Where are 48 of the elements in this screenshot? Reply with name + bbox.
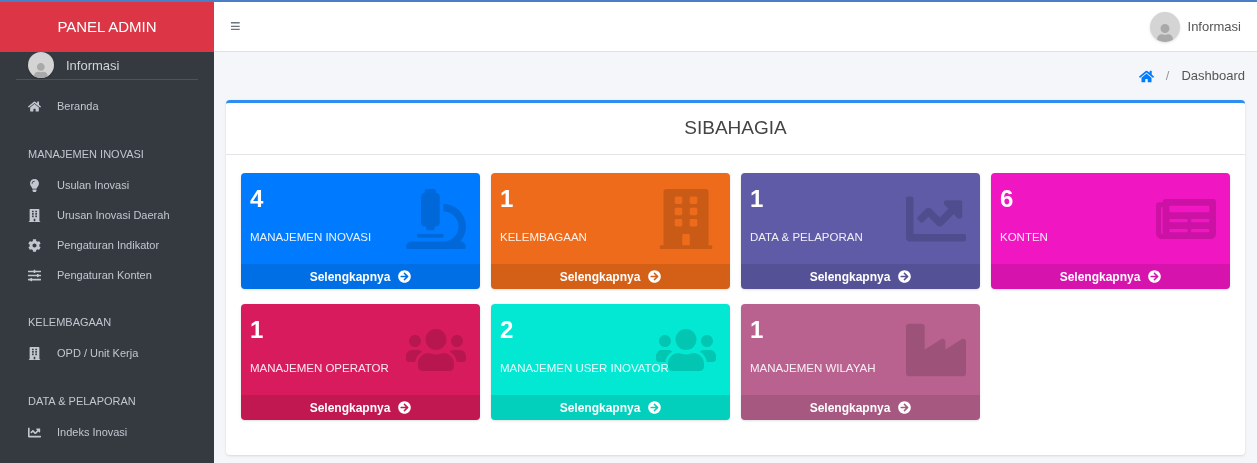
- tile-label: MANAJEMEN WILAYAH: [750, 361, 877, 376]
- tile-label: MANAJEMEN INOVASI: [250, 230, 373, 245]
- sidebar-item[interactable]: Beranda: [0, 91, 214, 122]
- tile-count: 4: [250, 184, 265, 214]
- section-heading: DATA & PELAPORAN: [27, 393, 137, 409]
- more-link[interactable]: Selengkapnya: [741, 395, 980, 420]
- building-icon: [28, 208, 41, 222]
- tile-label: DATA & PELAPORAN: [750, 230, 864, 245]
- tile-count: 1: [250, 315, 265, 345]
- more-link[interactable]: Selengkapnya: [741, 264, 980, 289]
- sidebar-item[interactable]: Usulan Inovasi: [0, 170, 214, 200]
- tile-label: MANAJEMEN OPERATOR: [250, 361, 390, 376]
- more-link[interactable]: Selengkapnya: [991, 264, 1230, 289]
- avatar-icon: [1149, 11, 1180, 42]
- breadcrumb-item: Dashboard: [1181, 67, 1245, 86]
- panel-title: SIBAHAGIA: [226, 103, 1245, 155]
- brand-title: PANEL ADMIN: [0, 2, 214, 52]
- menu-button[interactable]: ≡: [230, 13, 241, 40]
- more-link[interactable]: Selengkapnya: [241, 264, 480, 289]
- breadcrumb-separator: /: [1164, 67, 1171, 86]
- sidebar-item[interactable]: Urusan Inovasi Daerah: [0, 200, 214, 230]
- tile-count: 6: [1000, 184, 1015, 214]
- sidebar-item[interactable]: Pengaturan Indikator: [0, 230, 214, 260]
- tile-label: KELEMBAGAAN: [500, 230, 588, 245]
- home-icon: [28, 100, 41, 113]
- tile-count: 1: [750, 315, 765, 345]
- settings-icon: [28, 238, 41, 252]
- section-heading: MANAJEMEN INOVASI: [27, 146, 145, 162]
- more-link[interactable]: Selengkapnya: [241, 395, 480, 420]
- sidebar-item[interactable]: Pengaturan Konten: [0, 260, 214, 290]
- tile-label: KONTEN: [1000, 230, 1049, 245]
- sidebar-item[interactable]: OPD / Unit Kerja: [0, 338, 214, 369]
- line-chart-icon: [28, 425, 41, 439]
- user-name[interactable]: Informasi: [1187, 16, 1241, 37]
- lightbulb-icon: [28, 178, 41, 192]
- more-link[interactable]: Selengkapnya: [491, 264, 730, 289]
- tile-count: 1: [750, 184, 765, 214]
- sliders-icon: [28, 268, 41, 282]
- tile-count: 2: [500, 315, 515, 345]
- building-icon: [28, 347, 41, 360]
- section-heading: KELEMBAGAAN: [27, 315, 113, 330]
- microscope-icon: [406, 189, 466, 249]
- tile-count: 1: [500, 184, 515, 214]
- avatar-icon: [28, 52, 54, 79]
- home-icon[interactable]: [1138, 68, 1154, 84]
- tile-label: MANAJEMEN USER INOVATOR: [500, 361, 670, 376]
- sidebar-item[interactable]: Indeks Inovasi: [0, 417, 214, 447]
- user-name[interactable]: Informasi: [66, 55, 120, 75]
